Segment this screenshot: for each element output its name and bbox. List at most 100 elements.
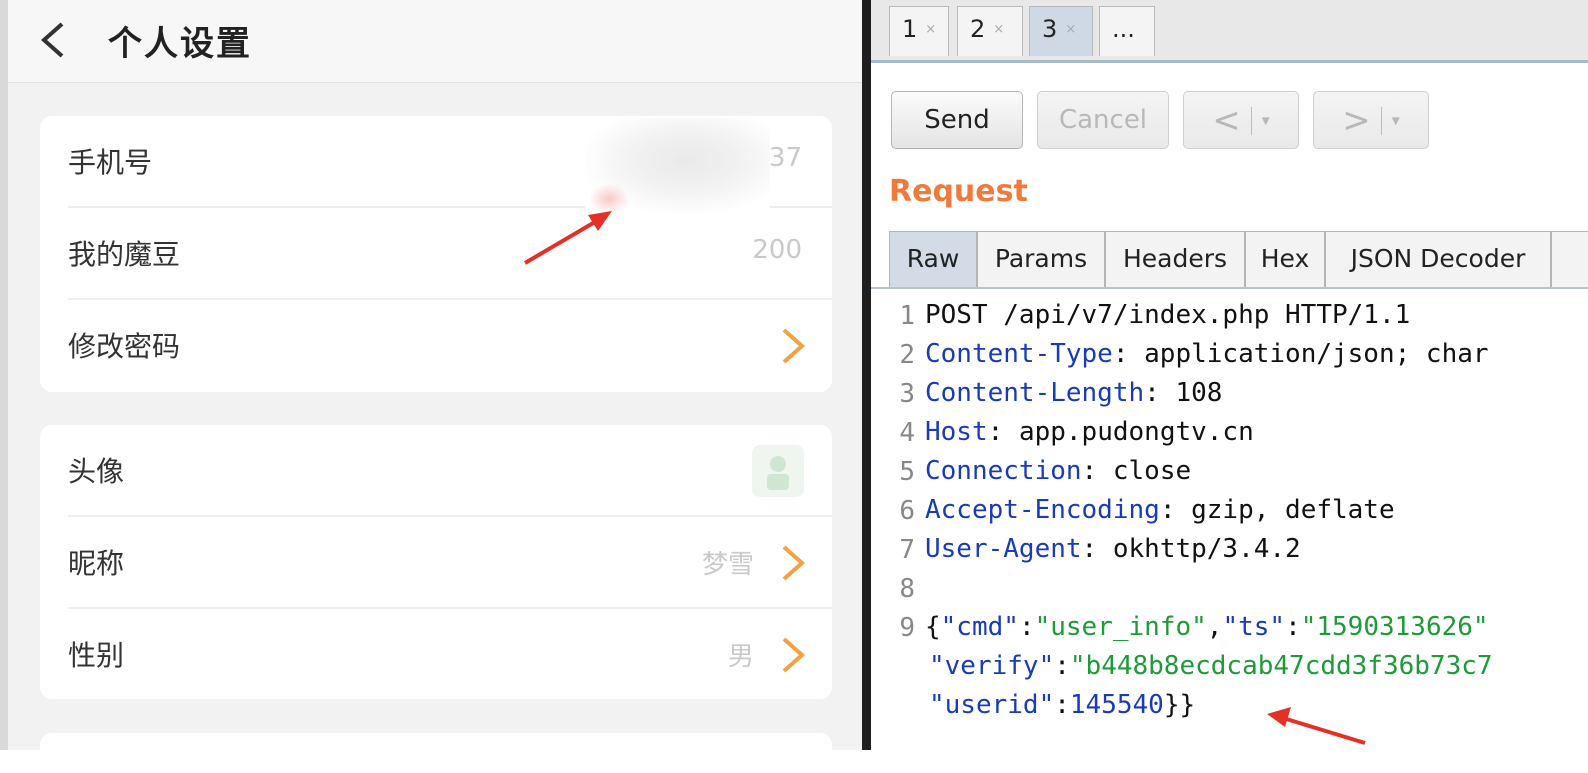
header-value: okhttp/3.4.2 bbox=[1112, 534, 1301, 564]
chevron-right-icon bbox=[782, 328, 806, 364]
header-key: User-Agent bbox=[925, 534, 1082, 564]
row-label: 手机号 bbox=[68, 146, 153, 179]
header-line: Connection: close bbox=[925, 456, 1191, 486]
panel-edge bbox=[0, 0, 8, 750]
row-label: 头像 bbox=[68, 455, 125, 488]
header-value: close bbox=[1112, 456, 1192, 486]
profile-card: 头像 昵称 梦雪 性别 男 bbox=[40, 425, 832, 699]
json-colon: : bbox=[1054, 690, 1070, 720]
repeater-tab-3[interactable]: 3 × bbox=[1029, 6, 1093, 56]
line-number: 7 bbox=[899, 535, 915, 565]
json-key: "verify" bbox=[929, 651, 1055, 681]
line-number: 8 bbox=[899, 574, 915, 604]
back-button[interactable]: < ▾ bbox=[1183, 91, 1299, 149]
line-number: 3 bbox=[899, 379, 915, 409]
mobile-settings-panel: 个人设置 手机号 37 我的魔豆 200 修改密码 头像 昵称 梦雪 性别 男 bbox=[0, 0, 862, 773]
raw-request-editor[interactable]: 1 POST /api/v7/index.php HTTP/1.1 2 Cont… bbox=[871, 296, 1588, 750]
subtab-underline bbox=[871, 287, 1588, 289]
settings-row-avatar[interactable]: 头像 bbox=[40, 425, 832, 517]
tab-close-icon[interactable]: × bbox=[925, 22, 936, 37]
json-key: "userid" bbox=[929, 690, 1055, 720]
nickname-value: 梦雪 bbox=[701, 550, 754, 580]
chevron-right-icon bbox=[782, 637, 806, 673]
row-label: 昵称 bbox=[68, 547, 125, 580]
tab-label: 1 bbox=[902, 15, 918, 43]
json-key: "ts" bbox=[1222, 612, 1286, 642]
json-string: "1590313626" bbox=[1300, 612, 1489, 642]
tab-hex[interactable]: Hex bbox=[1245, 231, 1325, 287]
button-separator bbox=[1250, 106, 1252, 135]
header-sep: : bbox=[987, 417, 1019, 447]
header-key: Content-Type bbox=[925, 339, 1113, 369]
json-comma: , bbox=[1206, 612, 1223, 642]
header-value: gzip, deflate bbox=[1191, 495, 1395, 525]
header-sep: : bbox=[1112, 339, 1145, 369]
dropdown-icon[interactable]: ▾ bbox=[1262, 111, 1270, 130]
settings-card-partial bbox=[40, 733, 832, 773]
burp-repeater-panel: 1 × 2 × 3 × ... Send Cancel < ▾ > ▾ Request R… bbox=[871, 0, 1588, 750]
phone-number-value: 37 bbox=[768, 143, 802, 173]
beans-value: 200 bbox=[752, 235, 802, 265]
request-view-tabs: Raw Params Headers Hex JSON Decoder bbox=[885, 231, 1588, 287]
header-sep: : bbox=[1159, 495, 1192, 525]
settings-row-beans[interactable]: 我的魔豆 200 bbox=[40, 208, 832, 300]
send-button[interactable]: Send bbox=[891, 91, 1023, 149]
back-icon: < bbox=[1212, 100, 1241, 141]
avatar[interactable] bbox=[752, 445, 804, 497]
tab-overflow[interactable] bbox=[1551, 231, 1588, 287]
header-value: 108 bbox=[1175, 378, 1223, 408]
cancel-button[interactable]: Cancel bbox=[1037, 91, 1169, 149]
header-key: Host bbox=[925, 417, 988, 447]
settings-row-gender[interactable]: 性别 男 bbox=[40, 609, 832, 699]
settings-row-nickname[interactable]: 昵称 梦雪 bbox=[40, 517, 832, 609]
json-string: "b448b8ecdcab47cdd3f36b73c7 bbox=[1069, 651, 1493, 681]
line-number: 5 bbox=[899, 457, 915, 487]
json-key: "cmd" bbox=[940, 612, 1019, 642]
json-body-line-1: {"cmd":"user_info","ts":"1590313626" bbox=[925, 612, 1489, 642]
forward-button[interactable]: > ▾ bbox=[1313, 91, 1429, 149]
forward-icon: > bbox=[1342, 100, 1371, 141]
button-separator bbox=[1380, 106, 1382, 135]
header-line: Content-Length: 108 bbox=[925, 378, 1222, 408]
red-arrow-icon bbox=[1267, 707, 1366, 745]
tab-close-icon[interactable]: × bbox=[993, 22, 1004, 37]
request-line: POST /api/v7/index.php HTTP/1.1 bbox=[925, 300, 1411, 330]
page-title: 个人设置 bbox=[108, 24, 252, 64]
back-arrow-icon[interactable] bbox=[36, 22, 70, 58]
header-key: Accept-Encoding bbox=[925, 495, 1160, 525]
json-body-line-2: "verify":"b448b8ecdcab47cdd3f36b73c7 bbox=[929, 651, 1493, 681]
line-number: 4 bbox=[899, 418, 915, 448]
repeater-tab-2[interactable]: 2 × bbox=[957, 6, 1023, 56]
line-number: 2 bbox=[899, 340, 915, 370]
nav-bar: 个人设置 bbox=[8, 0, 862, 83]
avatar-user-icon bbox=[767, 456, 789, 490]
tab-label: ... bbox=[1112, 15, 1135, 43]
repeater-tab-1[interactable]: 1 × bbox=[889, 6, 949, 56]
settings-row-change-password[interactable]: 修改密码 bbox=[40, 300, 832, 392]
json-brace: }} bbox=[1163, 690, 1196, 720]
dropdown-icon[interactable]: ▾ bbox=[1392, 111, 1400, 130]
tab-label: 2 bbox=[970, 15, 986, 43]
json-string: "user_info" bbox=[1034, 612, 1207, 642]
header-line: User-Agent: okhttp/3.4.2 bbox=[925, 534, 1301, 564]
header-line: Host: app.pudongtv.cn bbox=[925, 417, 1254, 447]
header-value: app.pudongtv.cn bbox=[1018, 417, 1254, 447]
header-sep: : bbox=[1144, 378, 1176, 408]
red-arrow-icon bbox=[523, 211, 612, 265]
tab-json-decoder[interactable]: JSON Decoder bbox=[1325, 231, 1551, 287]
row-label: 修改密码 bbox=[68, 330, 181, 363]
gender-value: 男 bbox=[727, 642, 754, 672]
header-key: Connection bbox=[925, 456, 1082, 486]
repeater-tab-strip: 1 × 2 × 3 × ... bbox=[871, 0, 1588, 63]
tab-params[interactable]: Params bbox=[977, 231, 1105, 287]
row-label: 性别 bbox=[68, 639, 125, 672]
repeater-tab-more[interactable]: ... bbox=[1099, 6, 1155, 56]
tab-headers[interactable]: Headers bbox=[1105, 231, 1245, 287]
json-number: 145540 bbox=[1069, 690, 1164, 720]
tab-close-icon[interactable]: × bbox=[1065, 22, 1076, 37]
header-line: Content-Type: application/json; char bbox=[925, 339, 1489, 369]
header-key: Content-Length bbox=[925, 378, 1145, 408]
request-heading: Request bbox=[889, 174, 1028, 209]
tab-raw[interactable]: Raw bbox=[889, 231, 977, 287]
line-number: 9 bbox=[899, 613, 915, 643]
